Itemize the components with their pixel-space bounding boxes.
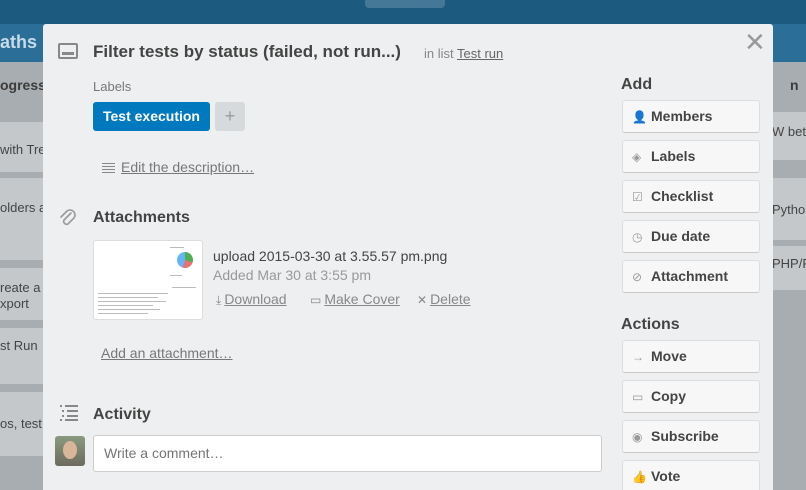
list-card-line: reate a bbox=[0, 280, 41, 295]
card-icon: ▭ bbox=[310, 293, 322, 307]
add-label-button[interactable]: + bbox=[215, 102, 245, 131]
download-link[interactable]: ⤓ Download bbox=[216, 291, 287, 308]
card-list-info: in list Test run bbox=[424, 46, 503, 61]
actions-heading: Actions bbox=[621, 316, 680, 333]
card-detail-modal: ✕ Filter tests by status (failed, not ru… bbox=[43, 24, 773, 490]
attachment-label: Attachment bbox=[651, 268, 729, 284]
attachments-title: Attachments bbox=[93, 209, 190, 226]
subscribe-label: Subscribe bbox=[651, 428, 719, 444]
list-link[interactable]: Test run bbox=[457, 46, 503, 61]
list-card[interactable]: W bet bbox=[770, 112, 806, 160]
checkbox-icon: ☑ bbox=[632, 190, 643, 204]
list-card[interactable]: st Run bbox=[0, 328, 44, 384]
members-label: Members bbox=[651, 108, 713, 124]
activity-title: Activity bbox=[93, 406, 151, 423]
description-icon bbox=[102, 163, 115, 175]
list-card[interactable]: olders a bbox=[0, 178, 44, 260]
activity-icon bbox=[60, 405, 78, 421]
move-label: Move bbox=[651, 348, 687, 364]
delete-label: Delete bbox=[430, 291, 471, 307]
thumbnail-pie-chart bbox=[177, 252, 193, 268]
labels-label: Labels bbox=[651, 148, 696, 164]
download-label: Download bbox=[224, 291, 287, 307]
edit-description-link[interactable]: Edit the description… bbox=[121, 159, 254, 175]
person-icon: 👤 bbox=[632, 110, 647, 124]
delete-link[interactable]: ✕ Delete bbox=[417, 291, 471, 307]
copy-label: Copy bbox=[651, 388, 686, 404]
labels-caption: Labels bbox=[93, 79, 132, 94]
trello-logo bbox=[365, 0, 445, 8]
subscribe-button[interactable]: ◉ Subscribe bbox=[622, 420, 760, 453]
vote-button[interactable]: 👍 Vote bbox=[622, 460, 760, 490]
arrow-right-icon: → bbox=[632, 350, 644, 364]
paperclip-icon bbox=[60, 209, 76, 226]
avatar[interactable] bbox=[55, 436, 85, 466]
list-card[interactable]: os, test bbox=[0, 392, 44, 456]
paperclip-icon: ⊘ bbox=[632, 270, 643, 284]
attachment-date: Added Mar 30 at 3:55 pm bbox=[213, 267, 371, 283]
in-list-prefix: in list bbox=[424, 46, 454, 61]
list-card[interactable]: reate a xport bbox=[0, 268, 44, 320]
comment-input[interactable] bbox=[93, 435, 602, 472]
add-heading: Add bbox=[621, 76, 653, 93]
list-card[interactable]: Pytho bbox=[770, 178, 806, 240]
make-cover-label: Make Cover bbox=[324, 291, 400, 307]
list-title-left[interactable]: ogress bbox=[0, 77, 46, 93]
due-date-button[interactable]: ◷ Due date bbox=[622, 220, 760, 253]
labels-button[interactable]: ◈ Labels bbox=[622, 140, 760, 173]
move-button[interactable]: → Move bbox=[622, 340, 760, 373]
copy-button[interactable]: ▭ Copy bbox=[622, 380, 760, 413]
board-header bbox=[0, 0, 806, 24]
label-test-execution[interactable]: Test execution bbox=[93, 102, 210, 131]
attachment-thumbnail[interactable] bbox=[93, 240, 203, 320]
make-cover-link[interactable]: ▭ Make Cover bbox=[310, 291, 400, 307]
attachment-name: upload 2015-03-30 at 3.55.57 pm.png bbox=[213, 248, 448, 264]
thumbs-up-icon: 👍 bbox=[632, 470, 647, 484]
attachment-button[interactable]: ⊘ Attachment bbox=[622, 260, 760, 293]
list-card-line: xport bbox=[0, 296, 29, 311]
vote-label: Vote bbox=[651, 468, 681, 484]
download-icon: ⤓ bbox=[216, 293, 222, 307]
tag-icon: ◈ bbox=[632, 150, 642, 164]
list-card[interactable]: with Trel bbox=[0, 122, 44, 172]
close-icon: ✕ bbox=[417, 293, 428, 307]
card-icon: ▭ bbox=[632, 390, 644, 404]
due-date-label: Due date bbox=[651, 228, 711, 244]
list-card[interactable]: PHP/P bbox=[770, 246, 806, 290]
eye-icon: ◉ bbox=[632, 430, 643, 444]
board-title[interactable]: aths bbox=[0, 32, 37, 53]
list-title-right[interactable]: n bbox=[790, 77, 799, 93]
clock-icon: ◷ bbox=[632, 230, 643, 244]
card-title[interactable]: Filter tests by status (failed, not run.… bbox=[93, 42, 401, 62]
checklist-button[interactable]: ☑ Checklist bbox=[622, 180, 760, 213]
close-icon[interactable]: ✕ bbox=[744, 28, 766, 56]
card-icon bbox=[58, 43, 78, 59]
checklist-label: Checklist bbox=[651, 188, 714, 204]
add-attachment-link[interactable]: Add an attachment… bbox=[101, 345, 233, 361]
members-button[interactable]: 👤 Members bbox=[622, 100, 760, 133]
